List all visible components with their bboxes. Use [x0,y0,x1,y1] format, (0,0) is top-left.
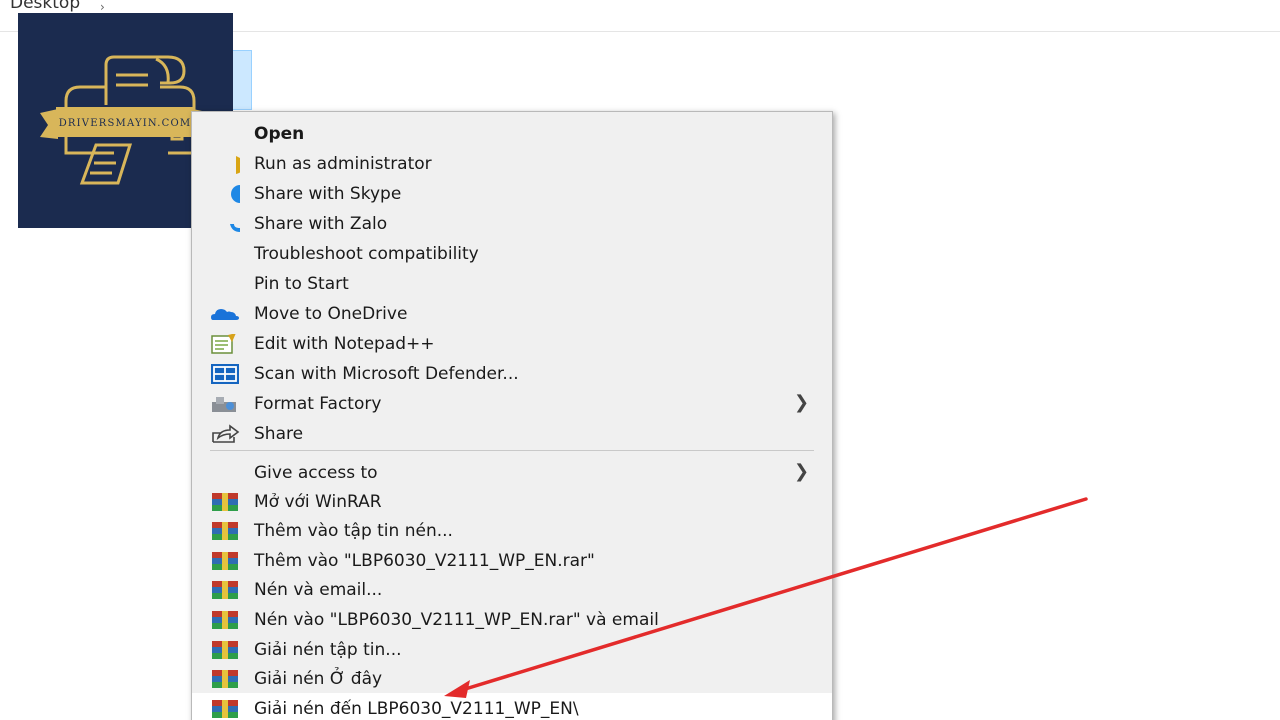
onedrive-icon [211,309,239,320]
winrar-icon [212,581,238,599]
menu-item-share[interactable]: Share [192,418,832,448]
defender-icon [211,364,239,384]
winrar-icon [212,522,238,540]
formatfactory-icon [212,397,236,412]
menu-item-label: Format Factory [254,394,382,414]
winrar-icon [212,493,238,511]
menu-item-label: Mở với WinRAR [254,492,382,512]
menu-item-winrar-compress-named-email[interactable]: Nén vào "LBP6030_V2111_WP_EN.rar" và ema… [192,604,832,634]
winrar-icon [212,641,238,659]
menu-item-winrar-extract-files[interactable]: Giải nén tập tin... [192,634,832,664]
menu-item-label: Run as administrator [254,154,432,174]
menu-item-label: Thêm vào tập tin nén... [254,521,453,541]
shield-icon [236,156,240,174]
menu-item-share-skype[interactable]: Share with Skype [192,178,832,208]
chevron-right-icon[interactable]: › [100,0,105,14]
screen: Desktop › DRIVERSMAYIN.COM Open Run as a… [0,0,1280,720]
menu-item-share-zalo[interactable]: Share with Zalo [192,208,832,238]
share-icon [212,424,240,443]
menu-item-label: Open [254,124,305,144]
breadcrumb-desktop[interactable]: Desktop [10,0,80,13]
chevron-right-icon: ❯ [794,461,810,482]
menu-item-label: Scan with Microsoft Defender... [254,364,519,384]
menu-item-notepadpp[interactable]: Edit with Notepad++ [192,328,832,358]
menu-item-label: Troubleshoot compatibility [254,244,479,264]
winrar-icon [212,611,238,629]
menu-item-winrar-extract-to-folder[interactable]: Giải nén đến LBP6030_V2111_WP_EN\ [192,693,832,720]
menu-item-label: Give access to [254,463,378,483]
menu-item-give-access[interactable]: Give access to ❯ [192,457,832,487]
winrar-icon [212,700,238,718]
context-menu: Open Run as administrator Share with Sky… [191,111,833,720]
menu-item-move-onedrive[interactable]: Move to OneDrive [192,298,832,328]
menu-item-label: Share [254,424,304,444]
menu-item-troubleshoot[interactable]: Troubleshoot compatibility [192,238,832,268]
logo-text: DRIVERSMAYIN.COM [59,118,192,129]
chevron-right-icon: ❯ [794,392,810,413]
menu-item-label: Giải nén Ở đây [254,669,383,689]
menu-item-winrar-open[interactable]: Mở với WinRAR [192,486,832,516]
skype-icon [231,185,240,203]
menu-item-label: Edit with Notepad++ [254,334,435,354]
menu-item-label: Giải nén tập tin... [254,640,402,660]
menu-item-winrar-add[interactable]: Thêm vào tập tin nén... [192,515,832,545]
menu-item-label: Share with Zalo [254,214,388,234]
menu-item-winrar-add-named[interactable]: Thêm vào "LBP6030_V2111_WP_EN.rar" [192,545,832,575]
menu-item-scan-defender[interactable]: Scan with Microsoft Defender... [192,358,832,388]
menu-item-winrar-compress-email[interactable]: Nén và email... [192,574,832,604]
menu-item-label: Move to OneDrive [254,304,408,324]
menu-item-label: Nén và email... [254,580,383,600]
menu-item-winrar-extract-here[interactable]: Giải nén Ở đây [192,663,832,693]
menu-item-label: Giải nén đến LBP6030_V2111_WP_EN\ [254,699,579,719]
menu-item-format-factory[interactable]: Format Factory ❯ [192,388,832,418]
menu-separator [210,450,814,451]
menu-item-open[interactable]: Open [192,118,832,148]
winrar-icon [212,670,238,688]
winrar-icon [212,552,238,570]
menu-item-label: Share with Skype [254,184,402,204]
menu-item-label: Thêm vào "LBP6030_V2111_WP_EN.rar" [254,551,595,571]
menu-item-label: Pin to Start [254,274,349,294]
notepad-icon [211,334,236,354]
menu-item-label: Nén vào "LBP6030_V2111_WP_EN.rar" và ema… [254,610,659,630]
zalo-icon [230,224,240,232]
menu-item-run-as-admin[interactable]: Run as administrator [192,148,832,178]
menu-item-pin-start[interactable]: Pin to Start [192,268,832,298]
